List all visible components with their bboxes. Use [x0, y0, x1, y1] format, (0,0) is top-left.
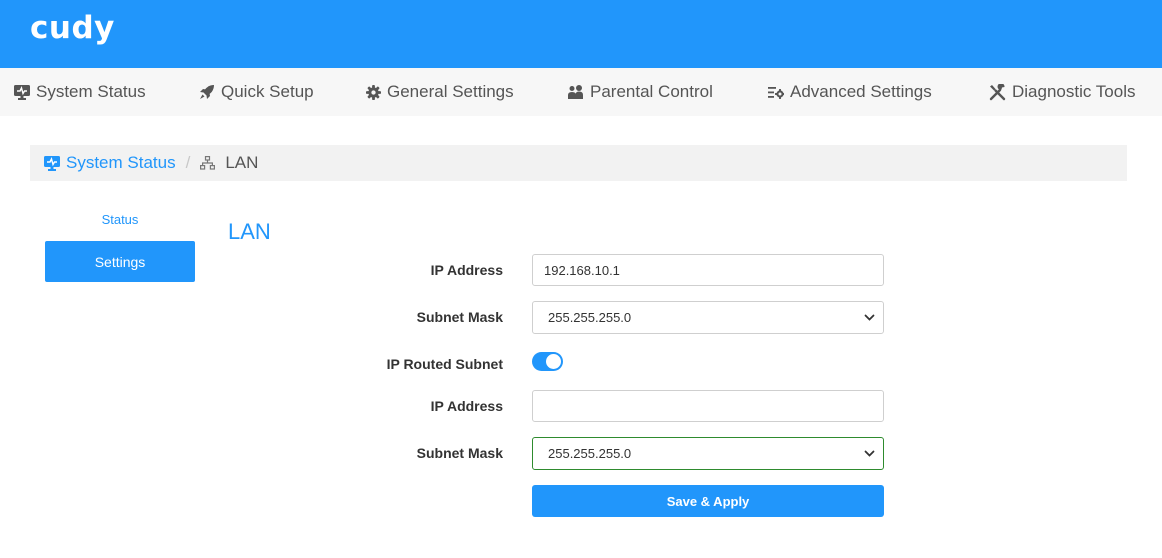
subnet-mask-select[interactable]: 255.255.255.0 [532, 301, 884, 334]
nav-general-settings[interactable]: General Settings [366, 68, 514, 116]
ip-routed-subnet-label: IP Routed Subnet [386, 356, 503, 372]
ip-routed-subnet-toggle[interactable] [532, 352, 563, 371]
nav-label: Advanced Settings [790, 82, 932, 101]
breadcrumb: System Status / LAN [30, 145, 1127, 181]
nav-label: System Status [36, 82, 146, 101]
sidebar-item-status[interactable]: Status [45, 212, 195, 227]
breadcrumb-current: LAN [200, 153, 258, 173]
ip-address-input[interactable] [532, 254, 884, 286]
rocket-icon [200, 85, 214, 99]
save-apply-button[interactable]: Save & Apply [532, 485, 884, 517]
routed-subnet-mask-label: Subnet Mask [416, 445, 503, 461]
breadcrumb-separator: / [185, 153, 191, 172]
header-bar: cudy [0, 0, 1162, 68]
gear-icon [366, 84, 381, 100]
nav-quick-setup[interactable]: Quick Setup [199, 68, 314, 116]
cudy-logo[interactable]: cudy [30, 10, 115, 46]
breadcrumb-parent-label: System Status [66, 153, 176, 172]
main-nav: System Status Quick Setup General Settin… [0, 68, 1162, 116]
ip-address-label: IP Address [430, 262, 503, 278]
nav-diagnostic-tools[interactable]: Diagnostic Tools [989, 68, 1135, 116]
users-icon [568, 85, 583, 99]
nav-system-status[interactable]: System Status [14, 68, 146, 116]
page-title: LAN [228, 219, 271, 244]
routed-subnet-mask-select[interactable]: 255.255.255.0 [532, 437, 884, 470]
breadcrumb-system-status[interactable]: System Status [44, 153, 176, 173]
sidebar-item-settings[interactable]: Settings [45, 241, 195, 282]
nav-advanced-settings[interactable]: Advanced Settings [768, 68, 932, 116]
routed-ip-address-label: IP Address [430, 398, 503, 414]
nav-parental-control[interactable]: Parental Control [567, 68, 713, 116]
subnet-mask-label: Subnet Mask [416, 309, 503, 325]
subnet-mask-value: 255.255.255.0 [548, 310, 632, 325]
nav-label: Parental Control [590, 82, 713, 101]
nav-label: General Settings [387, 82, 514, 101]
nav-label: Quick Setup [221, 82, 314, 101]
routed-subnet-mask-value: 255.255.255.0 [548, 446, 632, 461]
network-icon [200, 156, 216, 170]
monitor-icon [44, 155, 60, 171]
chevron-down-icon [864, 450, 875, 457]
list-gear-icon [768, 86, 784, 99]
breadcrumb-current-label: LAN [225, 153, 259, 172]
routed-ip-address-input[interactable] [532, 390, 884, 422]
monitor-icon [14, 84, 30, 100]
toggle-knob [546, 354, 561, 369]
tools-icon [989, 83, 1006, 100]
chevron-down-icon [864, 314, 875, 321]
nav-label: Diagnostic Tools [1012, 82, 1136, 101]
